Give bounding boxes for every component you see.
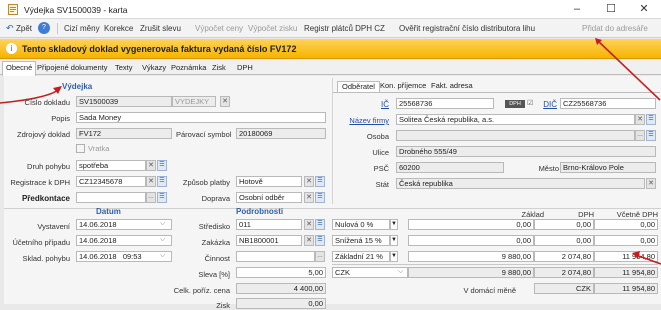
annotation-arrowhead-right: [632, 251, 640, 259]
annotation-arrow-right: [635, 254, 661, 265]
annotation-arrow-top: [596, 39, 661, 101]
annotation-arrows: [0, 38, 661, 265]
annotation-arrow-left: [0, 89, 59, 104]
